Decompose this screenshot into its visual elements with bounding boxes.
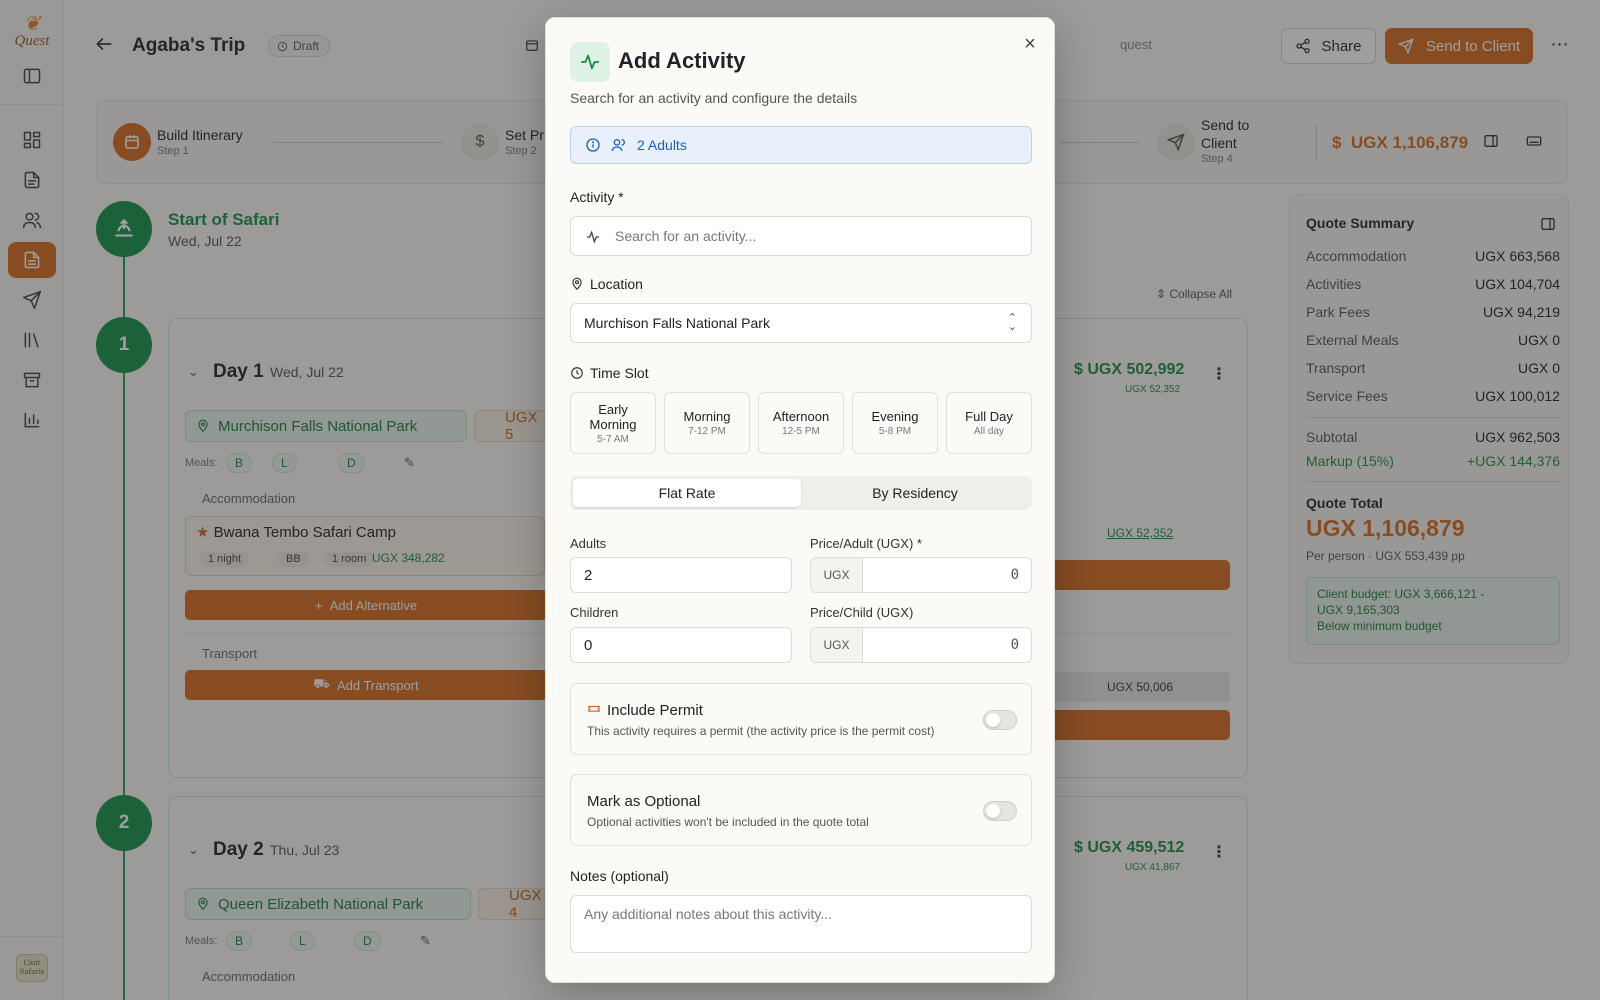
mark-optional-card: Mark as Optional Optional activities won…: [570, 774, 1032, 846]
slot-name: Evening: [871, 409, 919, 424]
chevron-up-down-icon: ⌃ ⌄: [1007, 312, 1017, 333]
optional-description: Optional activities won't be included in…: [587, 815, 869, 829]
slot-name: Early: [598, 401, 628, 417]
slot-time: 7-12 PM: [688, 426, 726, 437]
time-slot-label: Time Slot: [570, 365, 649, 381]
slot-time: 5-8 PM: [878, 426, 912, 437]
notes-label: Notes (optional): [570, 868, 669, 884]
adults-input[interactable]: 2: [570, 557, 792, 593]
slot-full-day[interactable]: Full Day All day: [946, 392, 1032, 454]
notes-placeholder: Any additional notes about this activity…: [584, 906, 832, 922]
clock-icon: [571, 367, 583, 379]
children-label: Children: [570, 605, 619, 620]
notes-textarea[interactable]: Any additional notes about this activity…: [570, 895, 1032, 953]
guest-info-bar: 2 Adults: [570, 126, 1032, 164]
activity-pulse-icon: [587, 230, 599, 244]
price-child-value: 0: [1010, 637, 1019, 653]
location-select[interactable]: Murchison Falls National Park ⌃ ⌄: [570, 303, 1032, 343]
price-adult-label: Price/Adult (UGX) *: [810, 536, 922, 551]
users-icon: [611, 139, 625, 152]
location-pin-icon: [572, 277, 582, 291]
price-child-input[interactable]: UGX 0: [810, 627, 1032, 663]
ticket-icon: [588, 705, 600, 712]
slot-name: Full Day: [965, 409, 1013, 424]
info-icon: [586, 138, 600, 152]
location-value: Murchison Falls National Park: [584, 315, 770, 331]
optional-title: Mark as Optional: [587, 793, 701, 810]
slot-time: All day: [973, 426, 1004, 437]
price-adult-input[interactable]: UGX 0: [810, 557, 1032, 593]
activity-search-input[interactable]: Search for an activity...: [570, 216, 1032, 256]
children-input[interactable]: 0: [570, 627, 792, 663]
permit-description: This activity requires a permit (the act…: [587, 724, 935, 738]
slot-time: 5-7 AM: [597, 433, 629, 445]
activity-placeholder: Search for an activity...: [615, 228, 757, 244]
slot-afternoon[interactable]: Afternoon 12-5 PM: [758, 392, 844, 454]
slot-name: Morning: [683, 409, 731, 424]
mark-optional-toggle[interactable]: [983, 801, 1017, 821]
slot-name: Afternoon: [772, 409, 830, 424]
location-label: Location: [570, 276, 643, 292]
price-adult-value: 0: [1010, 567, 1019, 583]
currency-prefix: UGX: [811, 628, 863, 662]
include-permit-card: Include Permit This activity requires a …: [570, 683, 1032, 755]
slot-time: 12-5 PM: [782, 426, 820, 437]
close-icon[interactable]: ×: [1018, 32, 1042, 56]
slot-name-line2: Morning: [589, 416, 637, 432]
add-activity-dialog: × Add Activity Search for an activity an…: [545, 17, 1055, 983]
tab-flat-rate[interactable]: Flat Rate: [573, 479, 801, 507]
dialog-title: Add Activity: [618, 48, 746, 73]
activity-label: Activity *: [570, 189, 624, 205]
adults-label: Adults: [570, 536, 607, 551]
time-slot-label-text: Time Slot: [590, 365, 649, 381]
activity-pulse-icon: [570, 42, 610, 82]
slot-early-morning[interactable]: Early Morning 5-7 AM: [570, 392, 656, 454]
guest-count: 2 Adults: [637, 137, 687, 153]
currency-prefix: UGX: [811, 558, 863, 592]
price-child-label: Price/Child (UGX): [810, 605, 914, 620]
dialog-subtitle: Search for an activity and configure the…: [570, 90, 858, 106]
permit-title: Include Permit: [607, 702, 703, 719]
tab-by-residency[interactable]: By Residency: [801, 479, 1029, 507]
include-permit-toggle[interactable]: [983, 710, 1017, 730]
location-label-text: Location: [590, 276, 643, 292]
slot-evening[interactable]: Evening 5-8 PM: [852, 392, 938, 454]
slot-morning[interactable]: Morning 7-12 PM: [664, 392, 750, 454]
rate-type-toggle: Flat Rate By Residency: [570, 476, 1032, 510]
permit-title-row: Include Permit: [587, 702, 703, 719]
